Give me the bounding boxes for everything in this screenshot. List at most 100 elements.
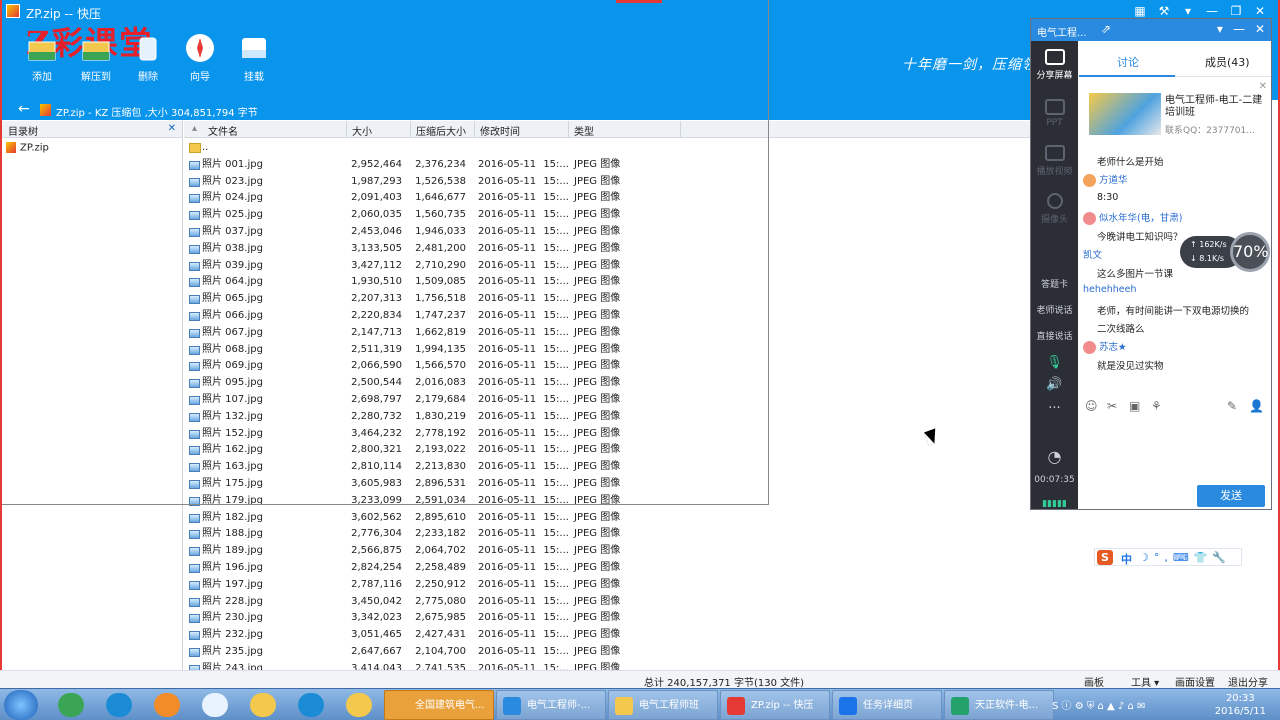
column-divider[interactable] [410,121,411,138]
table-row[interactable]: 照片 107.jpg 2,698,797 2,179,684 2016-05-11 1… [184,392,1030,409]
table-row[interactable]: 照片 243.jpg 3,414,043 2,741,535 2016-05-11 1… [184,661,1030,670]
direct-speak-button[interactable]: 直接说话 [1031,329,1078,342]
exit-share-button[interactable]: 退出分享 [1228,674,1268,689]
column-name[interactable]: 文件名 [208,123,238,138]
menu-icon[interactable]: ▾ [1176,4,1200,18]
delete-button[interactable]: 删除 [124,32,172,83]
table-row[interactable]: 照片 001.jpg 2,952,464 2,376,234 2016-05-11 1… [184,157,1030,174]
add-button[interactable]: 添加 [18,32,66,83]
send-button[interactable]: 发送 [1197,485,1265,507]
close-button[interactable]: ✕ [1248,4,1272,18]
table-row[interactable]: 照片 196.jpg 2,824,254 2,258,489 2016-05-11 1… [184,560,1030,577]
edit-icon[interactable]: ✎ [1227,399,1237,413]
taskbar-task[interactable]: ZP.zip -- 快压 [720,690,830,720]
network-meter[interactable]: ↑ 162K/s ↓ 8.1K/s 70% [1180,232,1275,272]
wizard-button[interactable]: 向导 [176,32,224,83]
column-divider[interactable] [568,121,569,138]
image-icon[interactable]: ▣ [1129,399,1140,413]
tab-discuss[interactable]: 讨论 [1117,54,1139,70]
user-icon[interactable]: 👤 [1249,399,1264,413]
table-row[interactable]: 照片 132.jpg 2,280,732 1,830,219 2016-05-11 1… [184,409,1030,426]
ime-extras[interactable]: ☽°,⌨👕🔧 [1139,551,1231,564]
taskbar-task[interactable]: 电气工程师班 [608,690,718,720]
list-item-parent[interactable]: .. [184,140,1030,157]
tray-icons[interactable]: S ⓘ ⚙ ⛨ ⌂ ▲ ♪ ⌂ ✉ [1052,697,1145,712]
table-row[interactable]: 照片 163.jpg 2,810,114 2,213,830 2016-05-11 1… [184,459,1030,476]
clock[interactable]: 20:33 2016/5/11 [1215,692,1266,718]
mic-icon[interactable]: 🎙 [1031,355,1078,370]
emoji-icon[interactable]: ☺ [1085,399,1098,413]
tools-button[interactable]: 工具 ▾ [1131,674,1159,689]
pinned-game-icon[interactable] [250,693,276,717]
table-row[interactable]: 照片 068.jpg 2,511,319 1,994,135 2016-05-11 1… [184,342,1030,359]
pinned-baidu-icon[interactable] [106,693,132,717]
whiteboard-button[interactable]: 画板 [1084,674,1104,689]
back-arrow-icon[interactable]: ← [18,101,30,117]
dropdown-icon[interactable]: ▾ [1217,22,1223,36]
tools-icon[interactable]: ⚒ [1152,4,1176,18]
pinned-360-icon[interactable] [58,693,84,717]
column-modified[interactable]: 修改时间 [480,123,520,138]
table-row[interactable]: 照片 188.jpg 2,776,304 2,233,182 2016-05-11 1… [184,526,1030,543]
table-row[interactable]: 照片 152.jpg 3,464,232 2,778,192 2016-05-11 1… [184,426,1030,443]
table-row[interactable]: 照片 162.jpg 2,800,321 2,193,022 2016-05-11 1… [184,442,1030,459]
table-row[interactable]: 照片 232.jpg 3,051,465 2,427,431 2016-05-11 1… [184,627,1030,644]
taskbar-task[interactable]: 任务详细页 [832,690,942,720]
table-row[interactable]: 照片 023.jpg 1,987,293 1,526,538 2016-05-11 1… [184,174,1030,191]
popout-icon[interactable]: ⇗ [1101,22,1111,36]
table-row[interactable]: 照片 179.jpg 3,233,099 2,591,034 2016-05-11 1… [184,493,1030,510]
taskbar-task[interactable]: 天正软件-电... [944,690,1054,720]
close-chat-button[interactable]: ✕ [1255,22,1265,36]
column-type[interactable]: 类型 [574,123,594,138]
camera-button[interactable]: 摄像头 [1031,193,1078,225]
maximize-button[interactable]: ❐ [1224,4,1248,18]
table-row[interactable]: 照片 039.jpg 3,427,112 2,710,290 2016-05-11 1… [184,258,1030,275]
mount-button[interactable]: 挂载 [230,32,278,83]
minimize-chat-button[interactable]: — [1233,22,1245,36]
table-row[interactable]: 照片 025.jpg 2,060,035 1,560,735 2016-05-11 1… [184,207,1030,224]
skin-icon[interactable]: ▦ [1128,4,1152,18]
ime-toolbar[interactable]: S 中 ☽°,⌨👕🔧 [1094,548,1242,566]
table-row[interactable]: 照片 065.jpg 2,207,313 1,756,518 2016-05-11 1… [184,291,1030,308]
course-ad[interactable]: 电气工程师-电工-二建培训班 联系QQ：2377701... [1089,93,1265,139]
table-row[interactable]: 照片 067.jpg 2,147,713 1,662,819 2016-05-11 1… [184,325,1030,342]
screen-settings-button[interactable]: 画面设置 [1175,674,1215,689]
table-row[interactable]: 照片 182.jpg 3,602,562 2,895,610 2016-05-11 1… [184,510,1030,527]
taskbar-task[interactable]: 电气工程师-... [496,690,606,720]
table-row[interactable]: 照片 175.jpg 3,605,983 2,896,531 2016-05-11 1… [184,476,1030,493]
table-row[interactable]: 照片 235.jpg 2,647,667 2,104,700 2016-05-11 1… [184,644,1030,661]
table-row[interactable]: 照片 069.jpg 2,066,590 1,566,570 2016-05-11 1… [184,358,1030,375]
speaker-icon[interactable]: 🔊 [1031,377,1078,392]
table-row[interactable]: 照片 189.jpg 2,566,875 2,064,702 2016-05-11 1… [184,543,1030,560]
minimize-button[interactable]: — [1200,4,1224,18]
start-button[interactable] [4,690,38,720]
ime-mode[interactable]: 中 [1121,551,1132,567]
column-compressed[interactable]: 压缩后大小 [416,123,466,138]
table-row[interactable]: 照片 038.jpg 3,133,505 2,481,200 2016-05-11 1… [184,241,1030,258]
play-video-button[interactable]: 播放视频 [1031,145,1078,177]
extract-button[interactable]: 解压到 [72,32,120,83]
table-row[interactable]: 照片 197.jpg 2,787,116 2,250,912 2016-05-11 1… [184,577,1030,594]
table-row[interactable]: 照片 066.jpg 2,220,834 1,747,237 2016-05-11 1… [184,308,1030,325]
table-row[interactable]: 照片 230.jpg 3,342,023 2,675,985 2016-05-11 1… [184,610,1030,627]
share-screen-button[interactable]: 分享屏幕 [1031,49,1078,81]
tab-members[interactable]: 成员(43) [1205,54,1250,70]
ppt-button[interactable]: PPT [1031,99,1078,128]
table-row[interactable]: 照片 228.jpg 3,450,042 2,775,080 2016-05-11 1… [184,594,1030,611]
table-row[interactable]: 照片 024.jpg 2,091,403 1,646,677 2016-05-11 1… [184,190,1030,207]
column-divider[interactable] [346,121,347,138]
column-size[interactable]: 大小 [352,123,372,138]
table-row[interactable]: 照片 037.jpg 2,453,046 1,946,033 2016-05-11 1… [184,224,1030,241]
close-ad-icon[interactable]: ✕ [1259,81,1267,92]
taskbar-task[interactable]: 全国建筑电气... [384,690,494,720]
pinned-tuf-icon[interactable] [154,693,180,717]
flower-icon[interactable]: ⚘ [1151,399,1162,413]
pinned-assistant-icon[interactable] [346,693,372,717]
column-divider[interactable] [680,121,681,138]
teacher-speak-button[interactable]: 老师说话 [1031,303,1078,316]
sogou-icon[interactable]: S [1097,550,1113,565]
pinned-k-icon[interactable] [298,693,324,717]
table-row[interactable]: 照片 095.jpg 2,500,544 2,016,083 2016-05-11 1… [184,375,1030,392]
scissors-icon[interactable]: ✂ [1107,399,1117,413]
pinned-qq-icon[interactable] [202,693,228,717]
